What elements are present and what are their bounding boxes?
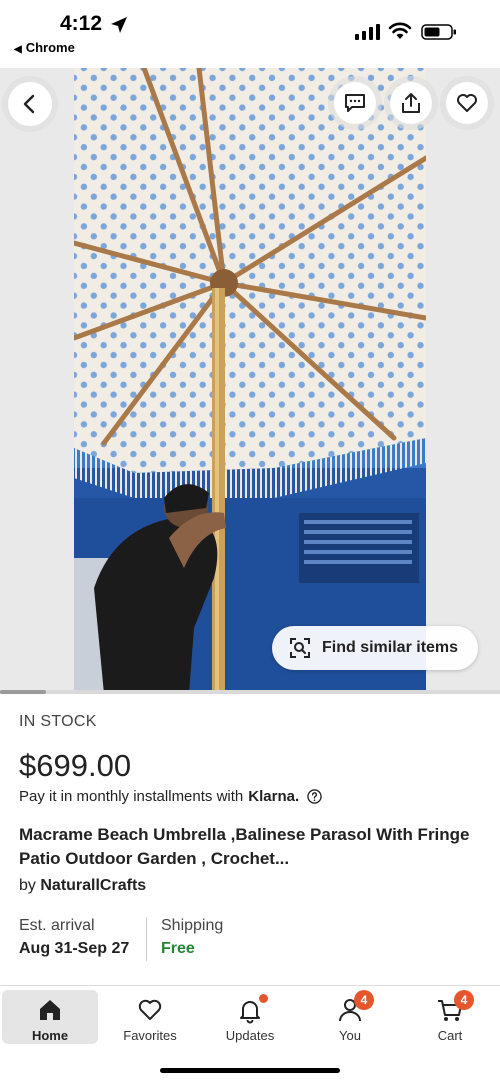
status-time: 4:12 [60, 12, 103, 35]
tab-home[interactable]: Home [2, 990, 98, 1044]
message-icon [345, 94, 365, 112]
chevron-left-icon [23, 94, 35, 114]
media-scroll-track [0, 690, 500, 694]
shipping-value: Free [161, 940, 195, 957]
price: $699.00 [19, 748, 132, 783]
tab-favorites[interactable]: Favorites [102, 990, 198, 1044]
product-title[interactable]: Macrame Beach Umbrella ,Balinese Parasol… [19, 823, 479, 871]
cellular-signal-icon [355, 24, 380, 40]
share-icon [402, 93, 420, 113]
tab-you[interactable]: 4 You [302, 990, 398, 1044]
bell-icon-wrap [236, 994, 268, 1024]
shop-name[interactable]: NaturallCrafts [40, 877, 146, 894]
location-arrow-icon [111, 17, 127, 33]
est-arrival-label: Est. arrival [19, 917, 95, 934]
favorite-button[interactable] [446, 82, 488, 124]
back-triangle-icon: ◀ [14, 44, 22, 55]
updates-dot [259, 994, 268, 1003]
status-bar: 4:12 ◀ Chrome [0, 0, 500, 68]
find-similar-label: Find similar items [322, 639, 459, 656]
tab-you-label: You [339, 1028, 361, 1043]
back-app-label: Chrome [25, 40, 75, 55]
klarna-logo: Klarna. [248, 788, 300, 805]
heart-icon [457, 94, 477, 112]
tab-cart[interactable]: 4 Cart [402, 990, 498, 1044]
home-indicator [160, 1068, 340, 1073]
installments-text: Pay it in monthly installments with [19, 788, 244, 805]
home-icon [40, 1000, 60, 1020]
divider [146, 917, 147, 961]
tab-updates[interactable]: Updates [202, 990, 298, 1044]
message-shop-button[interactable] [334, 82, 376, 124]
cart-icon-wrap: 4 [436, 990, 474, 1024]
shop-byline[interactable]: by NaturallCrafts [19, 877, 146, 895]
tab-cart-label: Cart [437, 1028, 463, 1043]
share-button[interactable] [390, 82, 432, 124]
heart-icon [138, 999, 162, 1020]
installments-row[interactable]: Pay it in monthly installments with Klar… [19, 788, 322, 805]
by-prefix: by [19, 877, 36, 894]
tab-updates-label: Updates [225, 1028, 275, 1043]
tab-home-label: Home [31, 1028, 69, 1043]
stock-status: IN STOCK [19, 713, 97, 730]
back-to-app-link[interactable]: ◀ Chrome [14, 40, 75, 55]
wifi-icon [388, 22, 412, 39]
help-icon[interactable] [307, 789, 322, 804]
media-scroll-thumb[interactable] [0, 690, 46, 694]
you-badge: 4 [354, 990, 374, 1010]
battery-icon [421, 24, 456, 40]
product-media[interactable]: Find similar items [0, 68, 500, 694]
visual-search-icon [290, 638, 310, 658]
cart-badge: 4 [454, 990, 474, 1010]
person-icon-wrap: 4 [336, 990, 374, 1024]
product-photo[interactable] [74, 68, 426, 694]
tab-favorites-label: Favorites [123, 1028, 177, 1043]
est-arrival-value: Aug 31-Sep 27 [19, 940, 130, 957]
back-button[interactable] [8, 82, 52, 126]
shipping-label: Shipping [161, 917, 224, 934]
find-similar-button[interactable]: Find similar items [272, 626, 478, 670]
